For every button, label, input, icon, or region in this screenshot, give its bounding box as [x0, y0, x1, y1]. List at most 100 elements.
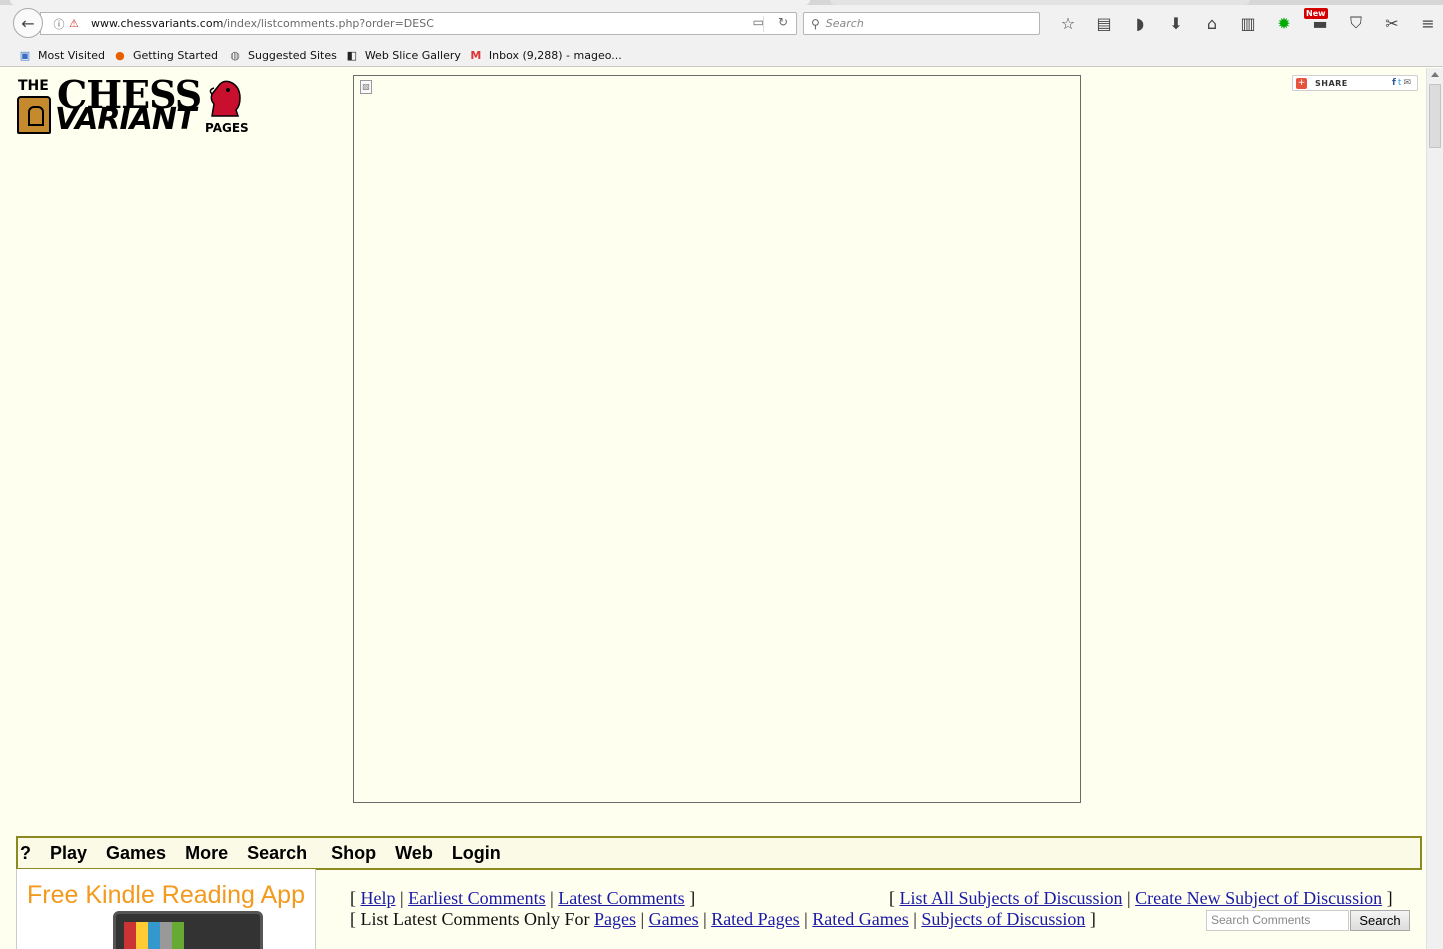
separator: |: [550, 888, 554, 908]
new-badge: New: [1304, 8, 1328, 19]
separator: |: [913, 909, 917, 929]
kindle-ad[interactable]: Free Kindle Reading App: [16, 869, 316, 949]
bookmark-suggested-sites[interactable]: ◍ Suggested Sites: [228, 48, 337, 62]
bookmark-star-icon[interactable]: ☆: [1050, 11, 1086, 35]
library-icon[interactable]: ▥: [1230, 11, 1266, 35]
rook-icon: [17, 96, 51, 134]
url-domain: www.chessvariants.com: [91, 17, 224, 30]
bookmark-web-slice-gallery[interactable]: ◧ Web Slice Gallery: [345, 48, 461, 62]
comment-links-row2: [ List Latest Comments Only For Pages | …: [350, 909, 1096, 930]
page-scrollbar[interactable]: [1426, 68, 1443, 949]
download-icon[interactable]: ⬇: [1158, 11, 1194, 35]
bookmark-inbox[interactable]: M Inbox (9,288) - mageo...: [469, 48, 622, 62]
nav-login[interactable]: Login: [452, 843, 501, 864]
reload-icon[interactable]: ↻: [778, 15, 788, 29]
bookmark-folder-icon: ▣: [19, 48, 31, 62]
browser-search-placeholder: Search: [825, 17, 864, 30]
firefox-icon: ●: [115, 48, 125, 62]
filter-rated-games-link[interactable]: Rated Games: [812, 909, 908, 929]
search-comments-button[interactable]: Search: [1350, 910, 1410, 931]
browser-chrome: ⓘ ⚠ www.chessvariants.com/index/listcomm…: [0, 0, 1443, 67]
filter-pages-link[interactable]: Pages: [594, 909, 636, 929]
scroll-thumb[interactable]: [1429, 84, 1441, 148]
info-icon[interactable]: ⓘ: [51, 16, 67, 32]
url-bar[interactable]: ⓘ ⚠ www.chessvariants.com/index/listcomm…: [40, 12, 797, 35]
ad-frame[interactable]: ▧: [353, 75, 1081, 803]
bracket-close: ]: [1386, 888, 1393, 908]
nav-search[interactable]: Search: [247, 843, 307, 864]
separator: |: [1127, 888, 1131, 908]
list-all-subjects-link[interactable]: List All Subjects of Discussion: [900, 888, 1123, 908]
site-logo[interactable]: THE CHESS VARIANT PAGES: [15, 72, 250, 138]
extension-green-icon[interactable]: ✹: [1266, 11, 1302, 35]
bookmark-label: Most Visited: [38, 48, 105, 62]
bookmark-most-visited[interactable]: ▣ Most Visited: [18, 48, 105, 62]
latest-comments-link[interactable]: Latest Comments: [558, 888, 684, 908]
bookmark-label: Web Slice Gallery: [364, 48, 461, 62]
tab-inactive[interactable]: [830, 0, 1250, 5]
separator: |: [703, 909, 707, 929]
tab-strip: [0, 0, 1443, 5]
reader-view-icon[interactable]: ▭: [753, 15, 764, 29]
scroll-up-icon[interactable]: [1431, 72, 1439, 77]
back-arrow-icon: ←: [21, 13, 35, 33]
share-widget[interactable]: + SHARE f t ✉: [1292, 75, 1418, 91]
plus-icon: +: [1296, 77, 1307, 89]
nav-help[interactable]: ?: [20, 843, 31, 864]
tab-active[interactable]: [10, 0, 810, 5]
search-comments-input[interactable]: Search Comments: [1206, 910, 1349, 931]
insecure-lock-icon[interactable]: ⚠: [69, 17, 83, 30]
create-new-subject-link[interactable]: Create New Subject of Discussion: [1135, 888, 1382, 908]
tablet-screen: [124, 922, 184, 949]
url-text[interactable]: www.chessvariants.com/index/listcomments…: [91, 17, 434, 30]
bookmark-label: Getting Started: [132, 48, 218, 62]
site-nav: ? Play Games More Search Shop Web Login: [16, 836, 1422, 870]
home-icon[interactable]: ⌂: [1194, 11, 1230, 35]
back-button[interactable]: ←: [13, 8, 43, 38]
comment-links-row1-left: [ Help | Earliest Comments | Latest Comm…: [350, 888, 695, 909]
nav-games[interactable]: Games: [106, 843, 166, 864]
filter-prefix: [ List Latest Comments Only For: [350, 909, 590, 929]
email-icon[interactable]: ✉: [1403, 78, 1411, 88]
nav-more[interactable]: More: [185, 843, 228, 864]
bookmark-label: Inbox (9,288) - mageo...: [488, 48, 622, 62]
menu-icon[interactable]: ≡: [1410, 11, 1443, 35]
nav-shop[interactable]: Shop: [331, 843, 376, 864]
pocket-icon[interactable]: ◗: [1122, 11, 1158, 35]
share-icons: f t ✉: [1392, 78, 1411, 88]
nav-web[interactable]: Web: [395, 843, 433, 864]
earliest-comments-link[interactable]: Earliest Comments: [408, 888, 545, 908]
logo-pages: PAGES: [205, 121, 249, 135]
url-actions: ▭ ↻: [753, 15, 788, 29]
scissors-icon[interactable]: ✂: [1374, 11, 1410, 35]
separator: |: [400, 888, 404, 908]
knight-icon: [209, 80, 241, 117]
logo-variant: VARIANT: [55, 102, 196, 137]
nav-play[interactable]: Play: [50, 843, 87, 864]
globe-icon: ◍: [230, 48, 240, 62]
url-path: /index/listcomments.php?order=DESC: [223, 17, 434, 30]
bracket-open: [: [350, 888, 356, 908]
help-link[interactable]: Help: [361, 888, 396, 908]
twitter-icon[interactable]: t: [1398, 78, 1402, 88]
reading-list-icon[interactable]: ▤: [1086, 11, 1122, 35]
filter-games-link[interactable]: Games: [649, 909, 699, 929]
messages-icon[interactable]: ▬ New: [1302, 8, 1338, 35]
separator: |: [804, 909, 808, 929]
filter-rated-pages-link[interactable]: Rated Pages: [711, 909, 799, 929]
web-slice-icon: ◧: [346, 48, 358, 62]
bracket-close: ]: [689, 888, 696, 908]
search-comments-form: Search Comments Search: [1206, 910, 1410, 931]
bracket-open: [: [889, 888, 895, 908]
filter-subjects-link[interactable]: Subjects of Discussion: [921, 909, 1085, 929]
logo-the: THE: [18, 78, 49, 94]
bookmark-getting-started[interactable]: ● Getting Started: [113, 48, 218, 62]
facebook-icon[interactable]: f: [1392, 78, 1396, 88]
gmail-icon: M: [470, 48, 482, 62]
toolbar: ☆ ▤ ◗ ⬇ ⌂ ▥ ✹ ▬ New ⛉ ✂ ≡: [1050, 8, 1443, 35]
ublock-icon[interactable]: ⛉: [1338, 11, 1374, 35]
bookmarks-bar: ▣ Most Visited ● Getting Started ◍ Sugge…: [0, 44, 622, 66]
share-label: SHARE: [1315, 78, 1348, 88]
bookmark-label: Suggested Sites: [248, 48, 337, 62]
browser-search-bar[interactable]: ⚲ Search: [803, 12, 1040, 35]
